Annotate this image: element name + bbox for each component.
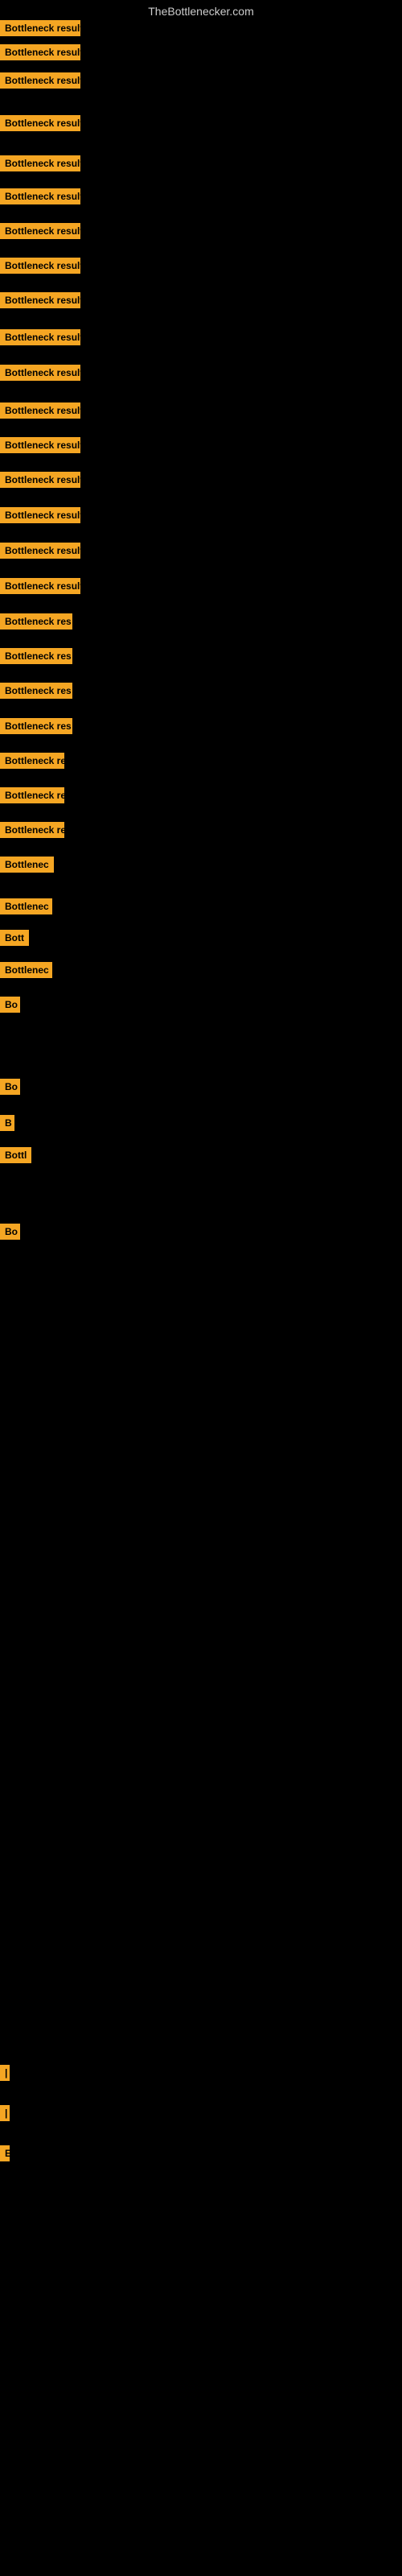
bottleneck-badge[interactable]: Bottleneck result [0,402,80,419]
bottleneck-badge-wrapper-35: | [0,2105,10,2125]
bottleneck-badge[interactable]: Bottleneck res [0,718,72,734]
bottleneck-badge-wrapper-29: Bo [0,997,20,1017]
bottleneck-badge-wrapper-31: B [0,1115,14,1135]
bottleneck-badge-wrapper-2: Bottleneck result [0,44,80,64]
bottleneck-badge-wrapper-25: Bottlenec [0,857,54,877]
bottleneck-badge[interactable]: E [0,2145,10,2161]
bottleneck-badge-wrapper-7: Bottleneck result [0,223,80,243]
bottleneck-badge[interactable]: Bottleneck result [0,578,80,594]
bottleneck-badge[interactable]: | [0,2065,10,2081]
bottleneck-badge-wrapper-17: Bottleneck result [0,578,80,598]
bottleneck-badge-wrapper-4: Bottleneck result [0,115,80,135]
bottleneck-badge[interactable]: Bottleneck result [0,292,80,308]
bottleneck-badge[interactable]: Bottl [0,1147,31,1163]
bottleneck-badge[interactable]: Bottleneck result [0,507,80,523]
bottleneck-badge[interactable]: Bo [0,1224,20,1240]
bottleneck-badge-wrapper-23: Bottleneck re [0,787,64,807]
bottleneck-badge[interactable]: Bottleneck result [0,437,80,453]
bottleneck-badge[interactable]: Bottleneck result [0,543,80,559]
bottleneck-badge-wrapper-28: Bottlenec [0,962,52,982]
bottleneck-badge-wrapper-20: Bottleneck res [0,683,72,703]
bottleneck-badge-wrapper-10: Bottleneck result [0,329,80,349]
bottleneck-badge[interactable]: Bottleneck result [0,329,80,345]
bottleneck-badge-wrapper-9: Bottleneck result [0,292,80,312]
bottleneck-badge-wrapper-27: Bott [0,930,29,950]
bottleneck-badge-wrapper-21: Bottleneck res [0,718,72,738]
bottleneck-badge[interactable]: Bottleneck res [0,683,72,699]
bottleneck-badge-wrapper-32: Bottl [0,1147,31,1167]
bottleneck-badge[interactable]: Bottleneck result [0,44,80,60]
bottleneck-badge-wrapper-30: Bo [0,1079,20,1099]
bottleneck-badge[interactable]: Bottlenec [0,962,52,978]
bottleneck-badge-wrapper-34: | [0,2065,10,2085]
bottleneck-badge[interactable]: Bottleneck result [0,258,80,274]
bottleneck-badge[interactable]: B [0,1115,14,1131]
bottleneck-badge[interactable]: Bo [0,1079,20,1095]
bottleneck-badge[interactable]: | [0,2105,10,2121]
bottleneck-badge[interactable]: Bottleneck result [0,72,80,89]
bottleneck-badge-wrapper-22: Bottleneck re [0,753,64,773]
bottleneck-badge[interactable]: Bottleneck result [0,223,80,239]
bottleneck-badge-wrapper-5: Bottleneck result [0,155,80,175]
bottleneck-badge-wrapper-15: Bottleneck result [0,507,80,527]
bottleneck-badge[interactable]: Bottlenec [0,898,52,914]
bottleneck-badge-wrapper-12: Bottleneck result [0,402,80,423]
bottleneck-badge[interactable]: Bottleneck result [0,472,80,488]
bottleneck-badge-wrapper-14: Bottleneck result [0,472,80,492]
bottleneck-badge[interactable]: Bottleneck result [0,115,80,131]
bottleneck-badge[interactable]: Bottleneck result [0,20,80,36]
bottleneck-badge-wrapper-18: Bottleneck res [0,613,72,634]
bottleneck-badge[interactable]: Bottleneck result [0,188,80,204]
bottleneck-badge[interactable]: Bottlenec [0,857,54,873]
bottleneck-badge-wrapper-8: Bottleneck result [0,258,80,278]
bottleneck-badge-wrapper-33: Bo [0,1224,20,1244]
bottleneck-badge-wrapper-3: Bottleneck result [0,72,80,93]
bottleneck-badge-wrapper-1: Bottleneck result [0,20,80,40]
bottleneck-badge-wrapper-11: Bottleneck result [0,365,80,385]
bottleneck-badge-wrapper-36: E [0,2145,10,2165]
bottleneck-badge[interactable]: Bottleneck result [0,365,80,381]
bottleneck-badge-wrapper-16: Bottleneck result [0,543,80,563]
bottleneck-badge[interactable]: Bottleneck result [0,155,80,171]
bottleneck-badge[interactable]: Bottleneck re [0,787,64,803]
site-title: TheBottlenecker.com [0,0,402,23]
bottleneck-badge[interactable]: Bottleneck res [0,613,72,630]
bottleneck-badge[interactable]: Bottleneck res [0,648,72,664]
bottleneck-badge[interactable]: Bottleneck re [0,822,64,838]
bottleneck-badge-wrapper-6: Bottleneck result [0,188,80,208]
bottleneck-badge-wrapper-26: Bottlenec [0,898,52,919]
bottleneck-badge-wrapper-19: Bottleneck res [0,648,72,668]
bottleneck-badge[interactable]: Bottleneck re [0,753,64,769]
bottleneck-badge-wrapper-24: Bottleneck re [0,822,64,842]
bottleneck-badge[interactable]: Bo [0,997,20,1013]
bottleneck-badge-wrapper-13: Bottleneck result [0,437,80,457]
bottleneck-badge[interactable]: Bott [0,930,29,946]
